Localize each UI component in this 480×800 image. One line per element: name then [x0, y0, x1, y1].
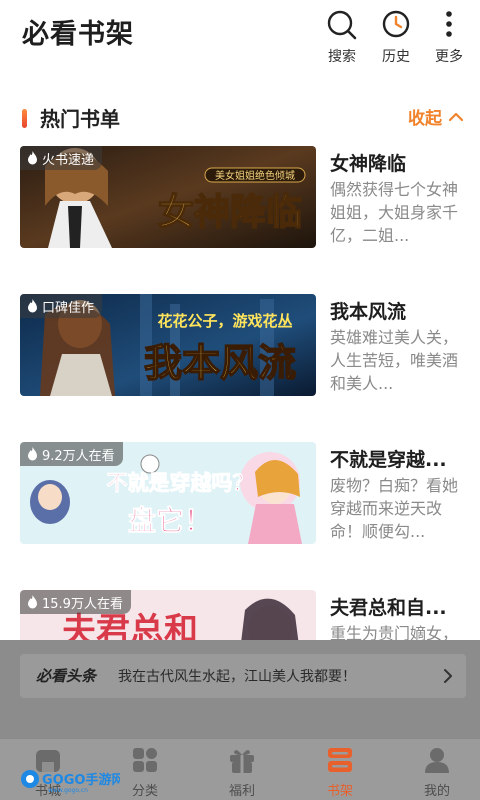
svg-text:GOGO手游网: GOGO手游网: [42, 772, 120, 788]
headline-banner[interactable]: 必看头条 我在古代风生水起，江山美人我都要！: [20, 654, 466, 698]
clock-icon: [382, 10, 410, 38]
book-title[interactable]: 女神降临: [330, 149, 406, 176]
search-label: 搜索: [328, 49, 356, 65]
history-label: 历史: [382, 49, 410, 65]
badge-label: 9.2万人在看: [42, 448, 115, 464]
section-header: 热门书单 收起: [0, 100, 480, 136]
more-button[interactable]: 更多: [427, 8, 471, 66]
top-header: 必看书架 搜索 历史 更多: [0, 0, 480, 80]
section-accent-bar: [22, 109, 27, 128]
book-description: 英雄难过美人关，人生苦短，唯美酒和美人...: [330, 328, 459, 393]
collapse-label: 收起: [408, 109, 442, 129]
gift-icon: [230, 750, 254, 773]
tab-profile[interactable]: 我的: [407, 745, 467, 799]
book-badge: 15.9万人在看: [20, 590, 131, 614]
flame-icon: [28, 299, 37, 313]
flame-icon: [28, 595, 37, 609]
tab-bookshelf[interactable]: 书架: [310, 745, 370, 799]
book-badge: 口碑佳作: [20, 294, 103, 318]
page-title: 必看书架: [22, 19, 134, 50]
book-title[interactable]: 不就是穿越...: [330, 445, 447, 472]
book-item[interactable]: 花花公子，游戏花丛 我本风流 口碑佳作 我本风流 英雄难过美人关，人生苦短，唯美…: [20, 294, 466, 396]
book-item[interactable]: 夫君总和 15.9万人在看 夫君总和自... 重生为贵门嫡女，这一世...: [20, 590, 466, 644]
tab-label: 书架: [326, 784, 353, 799]
tab-label: 福利: [228, 784, 255, 799]
cover-tagline: 美女姐姐绝色倾城: [215, 169, 295, 182]
book-title[interactable]: 夫君总和自...: [330, 593, 447, 620]
more-vertical-icon: [446, 11, 452, 37]
search-button[interactable]: 搜索: [320, 8, 364, 66]
cover-tagline: 不就是穿越吗？: [107, 471, 254, 495]
book-item[interactable]: 不就是穿越吗？ 盘它！ 9.2万人在看 不就是穿越... 废物？白痴？看她穿越而…: [20, 442, 466, 544]
book-cover[interactable]: 不就是穿越吗？ 盘它！ 9.2万人在看: [20, 442, 316, 544]
badge-label: 火书速递: [42, 152, 95, 168]
book-cover[interactable]: 夫君总和 15.9万人在看: [20, 590, 316, 644]
watermark-image: GOGO手游网 www.gogo.cn: [21, 770, 120, 794]
headline-text: 我在古代风生水起，江山美人我都要！: [118, 669, 356, 685]
tab-label: 我的: [423, 784, 450, 799]
chevron-right-icon: [444, 669, 452, 683]
tab-label: 分类: [131, 784, 158, 799]
cover-title-art: 我本风流: [144, 341, 296, 385]
cover-title-art: 女神降临: [158, 192, 302, 233]
chevron-up-icon: [448, 112, 464, 121]
grid-icon: [133, 748, 157, 772]
book-title[interactable]: 我本风流: [330, 297, 406, 324]
book-item[interactable]: 美女姐姐绝色倾城 女神降临 火书速递 女神降临 偶然获得七个女神姐姐，大姐身家千…: [20, 146, 466, 248]
collapse-button[interactable]: 收起: [408, 104, 464, 129]
bookshelf-icon: [328, 748, 352, 772]
hot-booklist-panel: 热门书单 收起 美女姐姐绝色倾城 女神降临 火书速递 女神降临 偶然获得七个女神…: [0, 80, 480, 644]
tab-category[interactable]: 分类: [115, 745, 175, 799]
book-description: 废物？白痴？看她穿越而来逆天改命！顺便勾...: [330, 476, 459, 541]
book-badge: 火书速递: [20, 146, 103, 170]
flame-icon: [28, 151, 37, 165]
tab-welfare[interactable]: 福利: [212, 745, 272, 799]
more-label: 更多: [435, 49, 463, 65]
cover-tagline: 花花公子，游戏花丛: [157, 312, 292, 330]
flame-icon: [28, 447, 37, 461]
book-cover[interactable]: 花花公子，游戏花丛 我本风流 口碑佳作: [20, 294, 316, 396]
history-button[interactable]: 历史: [374, 8, 418, 66]
svg-text:www.gogo.cn: www.gogo.cn: [48, 787, 88, 794]
book-description: 偶然获得七个女神姐姐，大姐身家千亿，二姐...: [330, 180, 459, 245]
badge-label: 15.9万人在看: [42, 596, 123, 612]
headline-brand: 必看头条: [36, 667, 97, 685]
section-title: 热门书单: [40, 107, 120, 131]
badge-label: 口碑佳作: [42, 300, 95, 316]
book-cover[interactable]: 美女姐姐绝色倾城 女神降临 火书速递: [20, 146, 316, 248]
search-icon: [327, 10, 357, 40]
cover-title-art: 盘它！: [128, 504, 212, 537]
watermark-logo: GOGO手游网 www.gogo.cn: [20, 764, 120, 794]
user-icon: [425, 748, 449, 773]
book-badge: 9.2万人在看: [20, 442, 123, 466]
